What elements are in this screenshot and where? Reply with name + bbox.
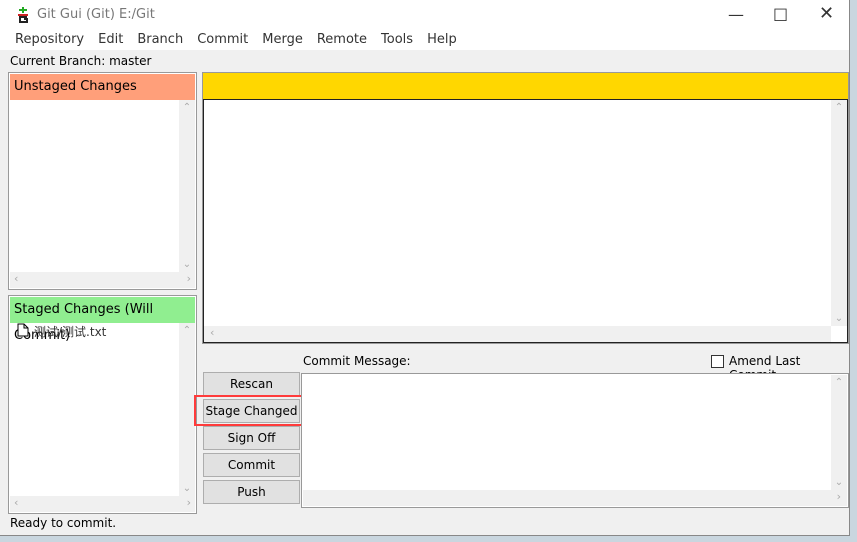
menu-tools[interactable]: Tools [374,30,420,50]
commit-message-input[interactable]: ⌃ ⌄ › [301,373,849,508]
diff-panel: ⌃ ⌄ ‹ [202,72,849,344]
horizontal-scrollbar[interactable]: ‹ [204,326,831,342]
unstaged-header: Unstaged Changes [10,74,195,100]
unstaged-panel: Unstaged Changes ⌃ ⌄ ‹ › [8,72,197,290]
horizontal-scrollbar[interactable]: ‹ › [10,272,195,288]
diff-header [203,73,848,99]
vertical-scrollbar[interactable]: ⌃ ⌄ [831,375,847,490]
unstaged-file-list[interactable] [10,100,179,272]
diff-view[interactable]: ⌃ ⌄ ‹ [203,99,848,343]
push-button[interactable]: Push [203,480,300,504]
maximize-button[interactable]: □ [773,4,788,23]
staged-header: Staged Changes (Will Commit) [10,297,195,343]
close-button[interactable]: ✕ [819,3,834,24]
window-title: Git Gui (Git) E:/Git [37,7,155,22]
sign-off-button[interactable]: Sign Off [203,426,300,450]
staged-panel: Staged Changes (Will Commit) 测试/测试.txt ⌃… [8,295,197,514]
git-gui-window: Git Gui (Git) E:/Git — □ ✕ Repository Ed… [0,0,850,536]
current-branch-label: Current Branch: master [10,54,152,68]
menu-merge[interactable]: Merge [255,30,310,50]
menu-commit[interactable]: Commit [190,30,255,50]
git-gui-icon [17,7,29,23]
menu-branch[interactable]: Branch [130,30,190,50]
file-item[interactable]: 测试/测试.txt [10,323,179,339]
file-icon [17,323,29,340]
menu-edit[interactable]: Edit [91,30,130,50]
menu-help[interactable]: Help [420,30,464,50]
menu-bar: Repository Edit Branch Commit Merge Remo… [0,30,849,50]
vertical-scrollbar[interactable]: ⌃ ⌄ [179,100,195,272]
status-bar: Ready to commit. [10,516,117,530]
menu-remote[interactable]: Remote [310,30,374,50]
staged-file-list: 测试/测试.txt [10,323,179,496]
rescan-button[interactable]: Rescan [203,372,300,396]
vertical-scrollbar[interactable]: ⌃ ⌄ [179,323,195,496]
horizontal-scrollbar[interactable]: ‹ › [10,496,195,512]
minimize-button[interactable]: — [728,5,744,24]
commit-message-label: Commit Message: [303,354,411,368]
file-name: 测试/测试.txt [34,324,107,339]
vertical-scrollbar[interactable]: ⌃ ⌄ [831,100,847,326]
amend-checkbox[interactable] [711,355,724,368]
commit-button[interactable]: Commit [203,453,300,477]
horizontal-scrollbar[interactable]: › [303,490,847,506]
menu-repository[interactable]: Repository [8,30,91,50]
title-bar: Git Gui (Git) E:/Git — □ ✕ [0,0,849,30]
